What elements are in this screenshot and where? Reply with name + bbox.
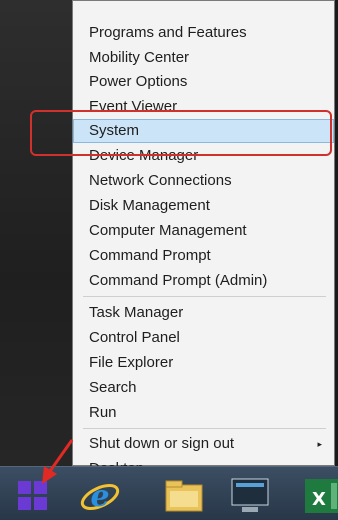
menu-item-network-connections[interactable]: Network Connections <box>73 169 334 193</box>
menu-item-run[interactable]: Run <box>73 401 334 425</box>
menu-item-command-prompt-admin[interactable]: Command Prompt (Admin) <box>73 269 334 293</box>
winx-power-user-menu: Programs and Features Mobility Center Po… <box>72 0 335 477</box>
menu-item-programs-and-features[interactable]: Programs and Features <box>73 21 334 45</box>
menu-item-shut-down-or-sign-out[interactable]: Shut down or sign out ▸ <box>73 432 334 456</box>
menu-item-power-options[interactable]: Power Options <box>73 70 334 94</box>
annotation-highlight-box <box>30 110 332 156</box>
file-explorer-icon[interactable] <box>162 473 206 517</box>
menu-item-label: Shut down or sign out <box>89 435 235 452</box>
submenu-arrow-icon: ▸ <box>317 439 322 449</box>
internet-explorer-icon[interactable]: e <box>78 473 122 517</box>
excel-icon[interactable]: X <box>300 473 338 517</box>
menu-separator <box>83 428 326 429</box>
menu-item-control-panel[interactable]: Control Panel <box>73 326 334 350</box>
svg-text:e: e <box>90 479 109 514</box>
menu-item-file-explorer[interactable]: File Explorer <box>73 351 334 375</box>
menu-item-command-prompt[interactable]: Command Prompt <box>73 244 334 268</box>
menu-item-mobility-center[interactable]: Mobility Center <box>73 46 334 70</box>
menu-item-task-manager[interactable]: Task Manager <box>73 301 334 325</box>
menu-item-disk-management[interactable]: Disk Management <box>73 194 334 218</box>
svg-text:X: X <box>312 489 326 510</box>
lenovo-app-icon[interactable] <box>228 473 272 517</box>
menu-item-search[interactable]: Search <box>73 376 334 400</box>
desktop-background <box>0 0 72 466</box>
menu-item-computer-management[interactable]: Computer Management <box>73 219 334 243</box>
menu-separator <box>83 296 326 297</box>
taskbar: e X <box>0 466 338 520</box>
start-icon[interactable] <box>18 481 48 511</box>
